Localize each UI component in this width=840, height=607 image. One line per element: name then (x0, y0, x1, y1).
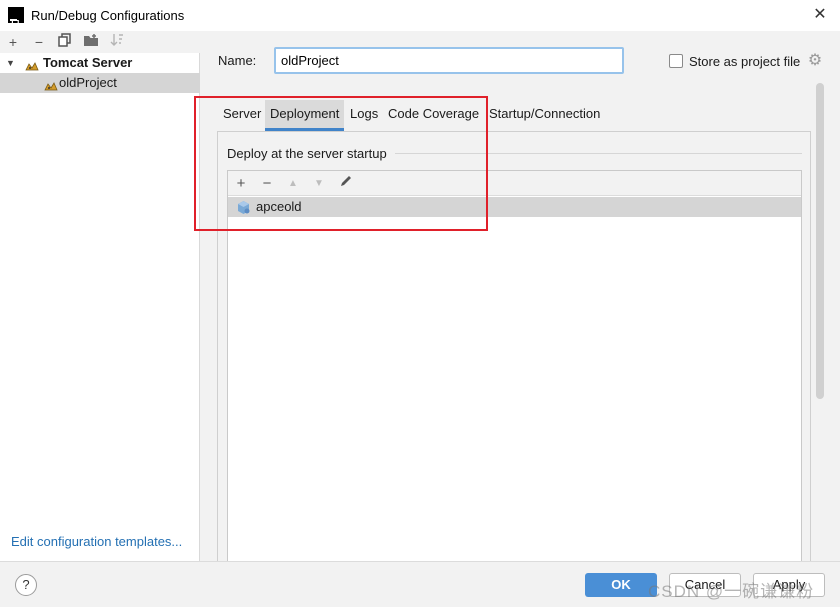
run-debug-dialog: IJ Run/Debug Configurations ✕ + − ▼ Tomc… (0, 0, 840, 607)
tree-group-tomcat-server[interactable]: ▼ Tomcat Server (0, 53, 200, 73)
help-button[interactable]: ? (15, 574, 37, 596)
tab-logs[interactable]: Logs (345, 100, 383, 131)
sidebar-toolbar: + − (0, 31, 200, 53)
ok-button[interactable]: OK (585, 573, 657, 597)
tomcat-icon (44, 78, 58, 91)
store-as-project-file-checkbox[interactable] (669, 54, 683, 68)
chevron-down-icon[interactable]: ▼ (6, 53, 15, 73)
tab-startup-connection[interactable]: Startup/Connection (484, 100, 605, 131)
tab-code-coverage[interactable]: Code Coverage (383, 100, 484, 131)
sort-icon[interactable] (108, 33, 126, 51)
tab-deployment[interactable]: Deployment (265, 100, 345, 131)
configurations-sidebar: + − ▼ Tomcat Server oldProject Edit conf… (0, 31, 200, 561)
tree-group-label: Tomcat Server (43, 55, 133, 70)
title-bar: IJ Run/Debug Configurations ✕ (0, 0, 840, 31)
name-label: Name: (218, 53, 257, 68)
apply-button[interactable]: Apply (753, 573, 825, 597)
tree-item-label: oldProject (59, 75, 117, 90)
window-title: Run/Debug Configurations (31, 8, 185, 23)
scrollbar[interactable] (816, 83, 824, 399)
cancel-button[interactable]: Cancel (669, 573, 741, 597)
remove-icon[interactable]: − (257, 174, 277, 194)
deployment-toolbar: + − ▲ ▼ (228, 171, 801, 196)
edit-templates-link[interactable]: Edit configuration templates... (11, 534, 182, 549)
add-icon[interactable]: + (231, 174, 251, 194)
remove-icon[interactable]: − (30, 33, 48, 51)
add-icon[interactable]: + (4, 33, 22, 51)
tree-item-oldproject[interactable]: oldProject (0, 73, 200, 93)
edit-icon[interactable] (336, 174, 356, 194)
section-title: Deploy at the server startup (227, 146, 393, 161)
list-item-label: apceold (256, 199, 302, 214)
copy-icon[interactable] (56, 33, 74, 51)
list-item[interactable]: apceold (228, 197, 801, 217)
tomcat-icon (25, 58, 39, 71)
store-as-project-file-label[interactable]: Store as project file (689, 54, 800, 69)
section-divider (395, 153, 802, 154)
name-input[interactable] (274, 47, 624, 74)
close-icon[interactable]: ✕ (812, 7, 828, 23)
intellij-logo-icon: IJ (8, 7, 24, 28)
gear-icon[interactable]: ⚙ (806, 52, 824, 70)
folder-icon[interactable] (82, 33, 100, 51)
artifact-icon (236, 200, 251, 215)
move-up-icon[interactable]: ▲ (283, 174, 303, 194)
tab-server[interactable]: Server (218, 100, 266, 131)
dialog-footer: ? OK Cancel Apply CSDN @一碗谦谦粉 (0, 561, 840, 607)
move-down-icon[interactable]: ▼ (309, 174, 329, 194)
configurations-tree: ▼ Tomcat Server oldProject (0, 53, 200, 93)
deployment-list: + − ▲ ▼ apceold (227, 170, 802, 565)
